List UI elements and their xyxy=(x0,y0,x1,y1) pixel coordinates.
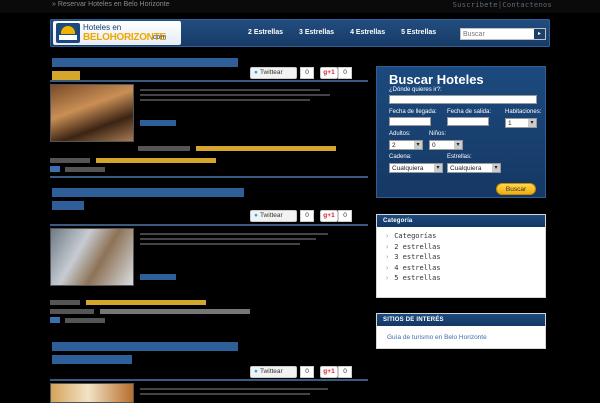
checkin-input[interactable] xyxy=(389,117,431,126)
gplus-share-button[interactable]: g+1 xyxy=(320,210,338,222)
gplus-count: 0 xyxy=(338,366,352,378)
hotel-search-box: Buscar Hoteles ¿Dónde quieres ir?: Fecha… xyxy=(376,66,546,198)
twitter-count: 0 xyxy=(300,67,314,79)
sites-widget: SITIOS DE INTERÉS Guía de turismo en Bel… xyxy=(376,313,546,349)
hotel-photo[interactable] xyxy=(50,84,134,142)
categories-title: Categoría xyxy=(377,215,545,227)
category-item[interactable]: 2 estrellas xyxy=(385,242,545,253)
logo-text-top: Hoteles en xyxy=(83,23,122,32)
hotel-photo[interactable] xyxy=(50,228,134,286)
gplus-count: 0 xyxy=(338,67,352,79)
categories-list: Categorías 2 estrellas 3 estrellas 4 est… xyxy=(377,227,545,284)
logo-hotel-icon xyxy=(56,23,80,43)
post-comments-blurred xyxy=(50,166,105,174)
twitter-count: 0 xyxy=(300,366,314,378)
nav-4-estrellas[interactable]: 4 Estrellas xyxy=(342,19,393,47)
hotel-photo[interactable] xyxy=(50,383,134,403)
category-item[interactable]: 3 estrellas xyxy=(385,252,545,263)
hotel-post: ● Twittear 0 g+1 0 xyxy=(50,340,368,403)
adults-select[interactable]: 2 xyxy=(389,140,423,150)
tourism-guide-link[interactable]: Guía de turismo en Belo Horizonte xyxy=(377,326,545,341)
checkout-input[interactable] xyxy=(447,117,489,126)
checkout-label: Fecha de salida: xyxy=(447,109,492,115)
category-item[interactable]: 5 estrellas xyxy=(385,273,545,284)
twitter-share-button[interactable]: ● Twittear xyxy=(250,210,297,222)
post-title-blurred[interactable] xyxy=(52,340,252,366)
post-tags-blurred xyxy=(50,309,250,316)
read-more-link[interactable] xyxy=(140,274,176,280)
gplus-share-button[interactable]: g+1 xyxy=(320,366,338,378)
post-divider xyxy=(50,224,368,226)
post-title-blurred[interactable] xyxy=(52,186,252,212)
stars-label: Estrellas: xyxy=(447,154,472,160)
children-select[interactable]: 0 xyxy=(429,140,463,150)
header-search: ▸ xyxy=(460,28,546,40)
post-excerpt-blurred xyxy=(140,385,330,398)
checkin-label: Fecha de llegada: xyxy=(389,109,437,115)
post-tags-blurred xyxy=(50,300,206,307)
search-hotels-button[interactable]: Buscar xyxy=(496,183,536,195)
top-bar: » Reservar Hoteles en Belo Horizonte Sus… xyxy=(0,0,600,13)
post-comments-blurred xyxy=(50,317,105,325)
chain-select[interactable]: Cualquiera xyxy=(389,163,443,173)
hotel-post: ● Twittear 0 g+1 0 xyxy=(50,56,368,178)
site-header: Hoteles en BELOHORIZONTE .com 2 Estrella… xyxy=(50,19,550,47)
adults-label: Adultos: xyxy=(389,131,411,137)
search-submit-icon[interactable]: ▸ xyxy=(534,29,545,39)
destination-label: ¿Dónde quieres ir?: xyxy=(389,87,442,93)
hotel-post: ● Twittear 0 g+1 0 xyxy=(50,186,368,326)
post-excerpt-blurred xyxy=(140,230,330,248)
nav-2-estrellas[interactable]: 2 Estrellas xyxy=(240,19,291,47)
category-item[interactable]: 4 estrellas xyxy=(385,263,545,274)
post-excerpt-blurred xyxy=(140,86,330,104)
chain-label: Cadena: xyxy=(389,154,412,160)
destination-input[interactable] xyxy=(389,95,537,104)
breadcrumb[interactable]: » Reservar Hoteles en Belo Horizonte xyxy=(52,1,170,8)
post-divider xyxy=(50,80,368,82)
rooms-select[interactable]: 1 xyxy=(505,118,537,128)
twitter-count: 0 xyxy=(300,210,314,222)
post-title-blurred[interactable] xyxy=(52,56,252,82)
post-divider xyxy=(50,379,368,381)
logo-text-suffix: .com xyxy=(151,34,167,41)
nav-5-estrellas[interactable]: 5 Estrellas xyxy=(393,19,444,47)
twitter-share-button[interactable]: ● Twittear xyxy=(250,366,297,378)
children-label: Niños: xyxy=(429,131,447,137)
categories-widget: Categoría Categorías 2 estrellas 3 estre… xyxy=(376,214,546,298)
category-item[interactable]: Categorías xyxy=(385,231,545,242)
top-links[interactable]: Suscribete|Contactenos xyxy=(453,1,552,9)
stars-select[interactable]: Cualquiera xyxy=(447,163,501,173)
main-nav: 2 Estrellas 3 Estrellas 4 Estrellas 5 Es… xyxy=(240,19,444,47)
rooms-label: Habitaciones: xyxy=(505,109,542,115)
post-meta-blurred xyxy=(138,146,336,153)
post-divider xyxy=(50,176,368,178)
nav-3-estrellas[interactable]: 3 Estrellas xyxy=(291,19,342,47)
search-input[interactable] xyxy=(463,29,533,39)
sites-title: SITIOS DE INTERÉS xyxy=(377,314,545,326)
hotel-search-title: Buscar Hoteles xyxy=(389,72,484,87)
twitter-share-button[interactable]: ● Twittear xyxy=(250,67,297,79)
gplus-count: 0 xyxy=(338,210,352,222)
read-more-link[interactable] xyxy=(140,120,176,126)
gplus-share-button[interactable]: g+1 xyxy=(320,67,338,79)
post-tags-blurred xyxy=(50,158,216,165)
site-logo[interactable]: Hoteles en BELOHORIZONTE .com xyxy=(53,21,181,45)
